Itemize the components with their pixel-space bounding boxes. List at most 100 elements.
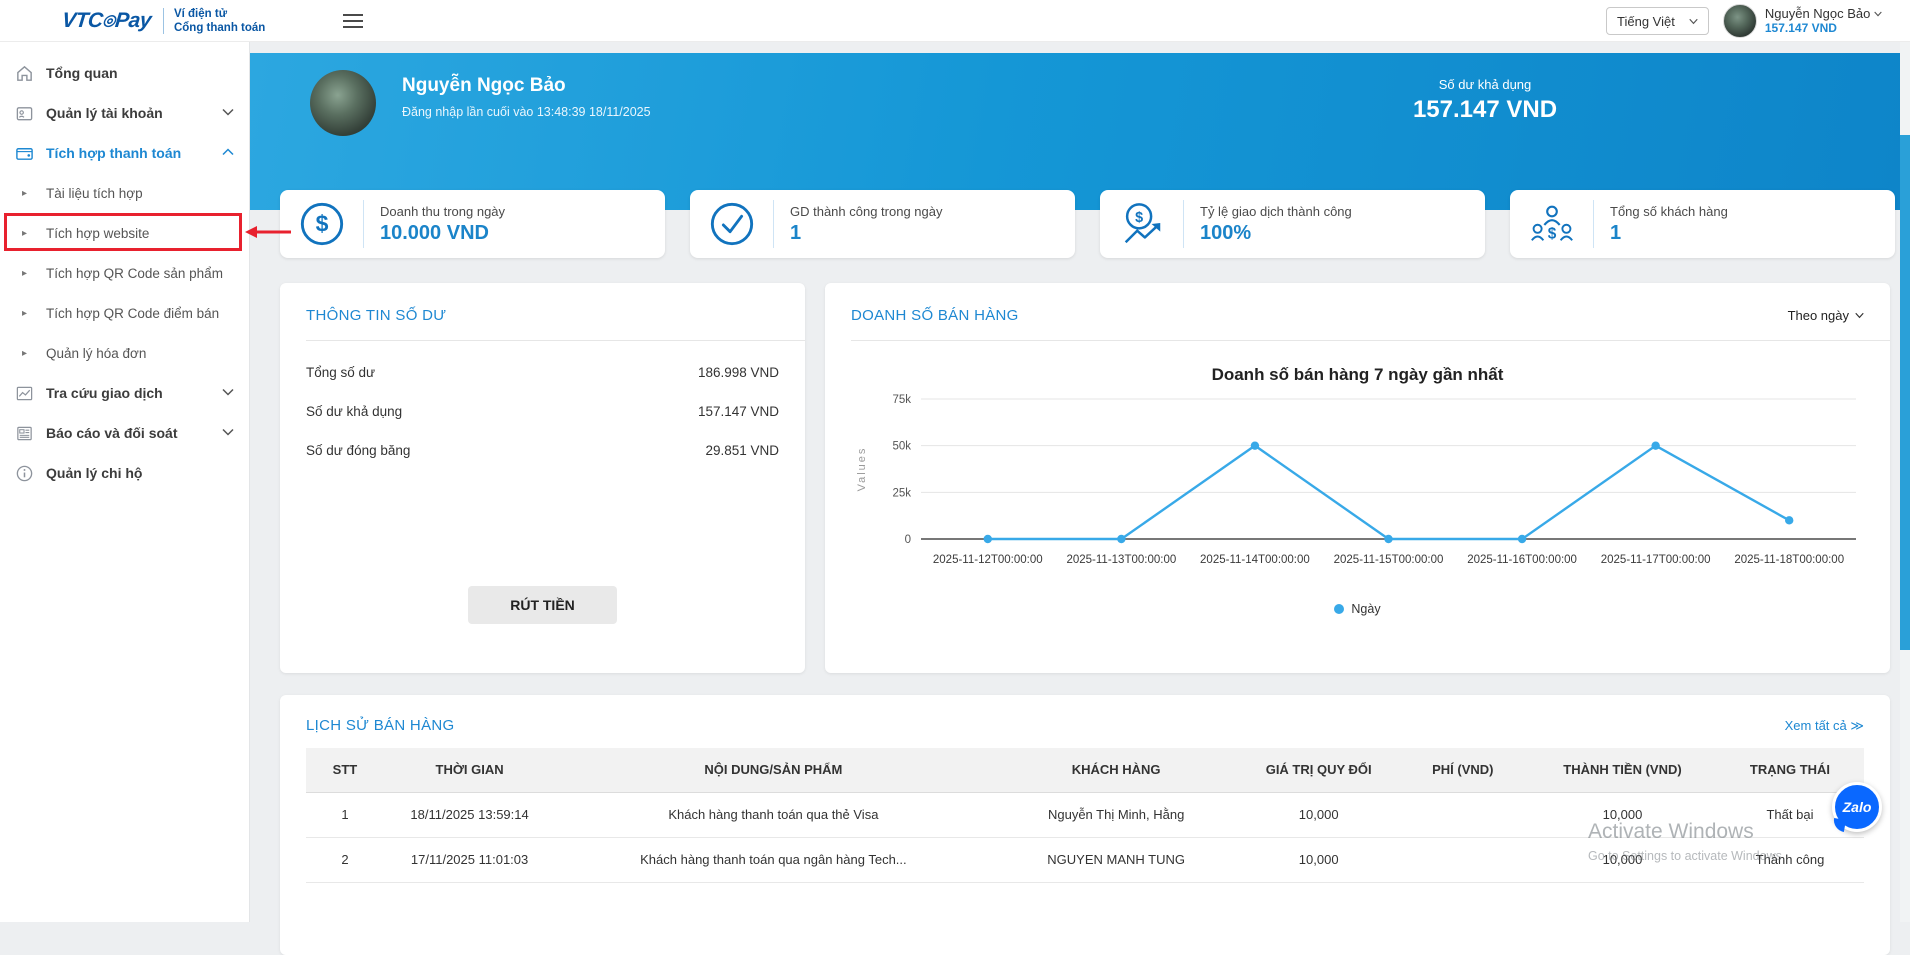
caret-right-icon: ▸ [22, 227, 28, 239]
chevron-down-icon [222, 108, 234, 116]
check-circle-icon [690, 200, 774, 248]
withdraw-button[interactable]: RÚT TIỀN [468, 586, 617, 624]
chart-period-select[interactable]: Theo ngày [1788, 308, 1864, 323]
top-header: VTC◎Pay Ví điện tử Cổng thanh toán Tiếng… [0, 0, 1910, 42]
svg-text:75k: 75k [892, 394, 911, 406]
dollar-rate-icon: $ [1100, 200, 1184, 248]
svg-text:50k: 50k [892, 441, 911, 453]
sidebar-item-quan-ly-tai-khoan[interactable]: Quản lý tài khoản [0, 94, 250, 132]
col-fee: PHÍ (VND) [1396, 748, 1529, 793]
col-content: NỘI DUNG/SẢN PHẨM [555, 748, 992, 793]
status-badge: Thành công [1715, 837, 1864, 883]
customers-icon: $ [1510, 200, 1594, 248]
col-value: GIÁ TRỊ QUY ĐỔI [1240, 748, 1397, 793]
avatar [1722, 4, 1757, 38]
legend-label: Ngày [1351, 602, 1381, 616]
view-all-link[interactable]: Xem tất cả ≫ [1785, 718, 1864, 734]
svg-text:$: $ [1135, 210, 1143, 226]
history-table: STT THỜI GIAN NỘI DUNG/SẢN PHẨM KHÁCH HÀ… [306, 748, 1864, 883]
sidebar-item-tich-hop-thanh-toan[interactable]: Tích hợp thanh toán [0, 134, 250, 172]
balance-row-available: Số dư khả dụng 157.147 VND [306, 404, 779, 419]
sidebar-item-tich-hop-qr-san-pham[interactable]: ▸ Tích hợp QR Code sản phẩm [0, 254, 250, 292]
sidebar-item-quan-ly-chi-ho[interactable]: Quản lý chi hộ [0, 454, 250, 492]
caret-right-icon: ▸ [22, 187, 28, 199]
svg-text:2025-11-14T00:00:00: 2025-11-14T00:00:00 [1200, 554, 1310, 566]
table-header-row: STT THỜI GIAN NỘI DUNG/SẢN PHẨM KHÁCH HÀ… [306, 748, 1864, 793]
sales-chart-panel: DOANH SỐ BÁN HÀNG Theo ngày Doanh số bán… [825, 283, 1890, 673]
sidebar-item-tich-hop-website[interactable]: ▸ Tích hợp website [0, 214, 250, 252]
svg-text:2025-11-13T00:00:00: 2025-11-13T00:00:00 [1066, 554, 1176, 566]
line-chart-svg: 0 25k 50k 75k Values 2025-11-12T00:00:00 2025-… [856, 394, 1856, 566]
stat-card-success-transactions: GD thành công trong ngày 1 [690, 190, 1075, 258]
chart-legend[interactable]: Ngày [851, 602, 1864, 616]
table-row[interactable]: 2 17/11/2025 11:01:03 Khách hàng thanh t… [306, 837, 1864, 883]
scrollbar-thumb[interactable] [1900, 135, 1910, 650]
chevron-down-icon [1855, 312, 1864, 319]
history-panel-title: LỊCH SỬ BÁN HÀNG [306, 717, 455, 734]
sidebar-item-quan-ly-hoa-don[interactable]: ▸ Quản lý hóa đơn [0, 334, 250, 372]
banner-available-balance: Số dư khả dụng 157.147 VND [1412, 77, 1558, 123]
col-time: THỜI GIAN [383, 748, 556, 793]
home-icon [14, 63, 34, 83]
caret-right-icon: ▸ [22, 307, 28, 319]
sidebar-item-tai-lieu-tich-hop[interactable]: ▸ Tài liệu tích hợp [0, 174, 250, 212]
svg-text:$: $ [1547, 225, 1556, 242]
sales-panel-title: DOANH SỐ BÁN HÀNG [851, 307, 1019, 324]
balance-row-total: Tổng số dư 186.998 VND [306, 365, 779, 380]
sidebar-item-bao-cao-doi-soat[interactable]: Báo cáo và đối soát [0, 414, 250, 452]
line-chart-icon [14, 383, 34, 403]
logo-divider [162, 7, 164, 34]
menu-toggle-icon[interactable] [343, 13, 364, 28]
info-circle-icon [14, 463, 34, 483]
dollar-circle-icon: $ [280, 200, 364, 248]
line-chart: 0 25k 50k 75k Values 2025-11-12T00:00:00 2025-… [851, 389, 1864, 594]
account-card-icon [14, 103, 34, 123]
chevron-up-icon [222, 148, 234, 156]
divider [851, 340, 1890, 341]
sidebar-item-tra-cuu-giao-dich[interactable]: Tra cứu giao dịch [0, 374, 250, 412]
chart-title: Doanh số bán hàng 7 ngày gần nhất [1211, 365, 1504, 384]
sales-history-panel: LỊCH SỬ BÁN HÀNG Xem tất cả ≫ STT THỜI G… [280, 695, 1890, 955]
caret-right-icon: ▸ [22, 267, 28, 279]
svg-text:$: $ [315, 211, 328, 237]
stat-card-customers: $ Tổng số khách hàng 1 [1510, 190, 1895, 258]
user-menu[interactable]: Nguyễn Ngọc Bảo 157.147 VND [1722, 4, 1882, 38]
banner-user-name: Nguyễn Ngọc Bảo [402, 75, 566, 96]
svg-text:2025-11-18T00:00:00: 2025-11-18T00:00:00 [1734, 554, 1844, 566]
balance-panel-title: THÔNG TIN SỐ DƯ [306, 307, 447, 324]
table-row[interactable]: 1 18/11/2025 13:59:14 Khách hàng thanh t… [306, 792, 1864, 838]
zalo-chat-button[interactable]: Zalo [1832, 782, 1882, 832]
report-icon [14, 423, 34, 443]
col-stt: STT [306, 748, 384, 793]
logo-tagline: Ví điện tử Cổng thanh toán [173, 7, 266, 34]
chevron-down-icon [1689, 18, 1698, 24]
divider [306, 340, 805, 341]
double-chevron-right-icon: ≫ [1850, 717, 1864, 733]
language-select[interactable]: Tiếng Việt [1606, 7, 1709, 35]
col-total: THÀNH TIỀN (VND) [1529, 748, 1716, 793]
svg-text:Values: Values [856, 447, 868, 492]
main-content: Nguyễn Ngọc Bảo Đăng nhập lần cuối vào 1… [250, 42, 1910, 955]
chevron-down-icon [222, 388, 234, 396]
wallet-icon [14, 143, 34, 163]
vtcpay-logo: VTC◎Pay Ví điện tử Cổng thanh toán [60, 7, 266, 35]
svg-text:2025-11-15T00:00:00: 2025-11-15T00:00:00 [1334, 554, 1444, 566]
sidebar: Tổng quan Quản lý tài khoản Tích hợp tha… [0, 42, 250, 922]
svg-text:0: 0 [905, 534, 911, 546]
header-balance: 157.147 VND [1764, 21, 1837, 35]
svg-text:2025-11-12T00:00:00: 2025-11-12T00:00:00 [933, 554, 1043, 566]
sidebar-item-tich-hop-qr-diem-ban[interactable]: ▸ Tích hợp QR Code điểm bán [0, 294, 250, 332]
chevron-down-icon [222, 428, 234, 436]
svg-text:25k: 25k [892, 487, 911, 499]
col-customer: KHÁCH HÀNG [991, 748, 1241, 793]
stat-card-revenue: $ Doanh thu trong ngày 10.000 VND [280, 190, 665, 258]
sidebar-item-tong-quan[interactable]: Tổng quan [0, 54, 250, 92]
svg-text:2025-11-17T00:00:00: 2025-11-17T00:00:00 [1601, 554, 1711, 566]
avatar [310, 70, 376, 136]
vtcpay-logo-text: VTC◎Pay [60, 8, 153, 32]
banner-last-login: Đăng nhập lần cuối vào 13:48:39 18/11/20… [402, 105, 651, 119]
balance-info-panel: THÔNG TIN SỐ DƯ Tổng số dư 186.998 VND S… [280, 283, 805, 673]
stat-card-success-rate: $ Tỷ lệ giao dịch thành công 100% [1100, 190, 1485, 258]
balance-row-frozen: Số dư đóng băng 29.851 VND [306, 443, 779, 458]
chevron-down-icon [1874, 11, 1882, 17]
